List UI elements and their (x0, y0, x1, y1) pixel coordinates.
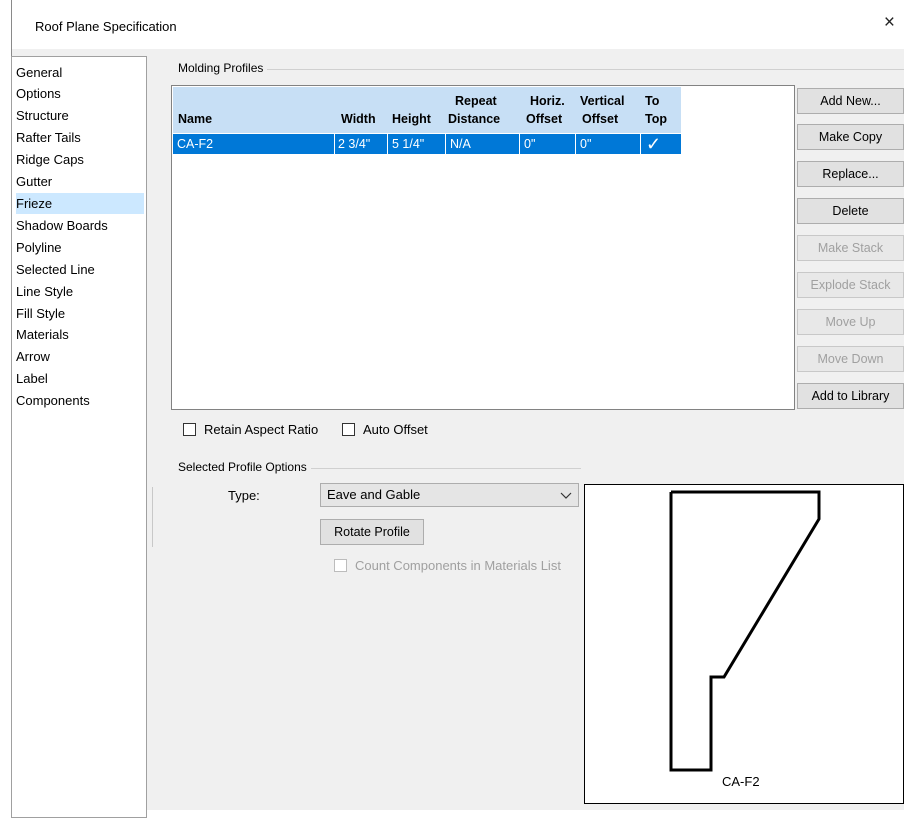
add-to-library-button[interactable]: Add to Library (797, 383, 904, 409)
col-height-header[interactable]: Height (392, 112, 431, 127)
retain-aspect-ratio-label: Retain Aspect Ratio (204, 422, 319, 437)
title-bar: Roof Plane Specification × (12, 0, 904, 49)
dialog-title: Roof Plane Specification (35, 19, 177, 34)
col-totop-header-line1[interactable]: To (645, 94, 659, 109)
col-repeat-header-line1[interactable]: Repeat (455, 94, 497, 109)
count-components-label: Count Components in Materials List (355, 558, 561, 573)
sidebar-item-fill-style[interactable]: Fill Style (16, 303, 144, 324)
replace-button[interactable]: Replace... (797, 161, 904, 187)
cell-width: 2 3/4" (338, 137, 371, 151)
make-copy-button[interactable]: Make Copy (797, 124, 904, 150)
sidebar-item-arrow[interactable]: Arrow (16, 346, 144, 367)
col-horiz-header-line2[interactable]: Offset (526, 112, 562, 127)
sidebar-item-structure[interactable]: Structure (16, 105, 144, 126)
sidebar-item-polyline[interactable]: Polyline (16, 237, 144, 258)
explode-stack-button[interactable]: Explode Stack (797, 272, 904, 298)
type-label: Type: (228, 488, 260, 503)
molding-profiles-table[interactable]: Name Width Height Repeat Distance Horiz.… (171, 85, 795, 410)
move-up-button[interactable]: Move Up (797, 309, 904, 335)
delete-button[interactable]: Delete (797, 198, 904, 224)
cell-horiz-offset: 0" (524, 137, 536, 151)
make-stack-button[interactable]: Make Stack (797, 235, 904, 261)
splitter-handle[interactable] (152, 487, 153, 547)
move-down-button[interactable]: Move Down (797, 346, 904, 372)
selected-profile-options-label: Selected Profile Options (178, 460, 311, 474)
column-divider (575, 134, 576, 154)
column-divider (519, 134, 520, 154)
column-divider (334, 134, 335, 154)
cell-repeat: N/A (450, 137, 471, 151)
sidebar-item-components[interactable]: Components (16, 390, 144, 411)
cell-vertical-offset: 0" (580, 137, 592, 151)
molding-profiles-label: Molding Profiles (178, 61, 268, 75)
cell-name: CA-F2 (177, 137, 214, 151)
add-new-button[interactable]: Add New... (797, 88, 904, 114)
check-icon: ✓ (646, 134, 662, 154)
col-name-header[interactable]: Name (178, 112, 212, 127)
table-row[interactable]: CA-F2 2 3/4" 5 1/4" N/A 0" 0" ✓ (173, 134, 681, 154)
col-horiz-header-line1[interactable]: Horiz. (530, 94, 565, 109)
close-icon[interactable]: × (884, 13, 895, 33)
col-repeat-header-line2[interactable]: Distance (448, 112, 500, 127)
type-dropdown-value: Eave and Gable (327, 487, 421, 502)
category-list[interactable]: General Options Structure Rafter Tails R… (11, 56, 147, 818)
column-divider (640, 134, 641, 154)
sidebar-item-frieze[interactable]: Frieze (16, 193, 144, 214)
sidebar-item-general[interactable]: General (16, 62, 144, 83)
sidebar-item-line-style[interactable]: Line Style (16, 281, 144, 302)
rotate-profile-button[interactable]: Rotate Profile (320, 519, 424, 545)
col-totop-header-line2[interactable]: Top (645, 112, 667, 127)
auto-offset-checkbox[interactable] (342, 423, 355, 436)
cell-height: 5 1/4" (392, 137, 425, 151)
col-width-header[interactable]: Width (341, 112, 376, 127)
sidebar-item-label[interactable]: Label (16, 368, 144, 389)
count-components-checkbox[interactable] (334, 559, 347, 572)
profile-preview (584, 484, 904, 804)
group-divider (181, 69, 904, 70)
sidebar-item-gutter[interactable]: Gutter (16, 171, 144, 192)
retain-aspect-ratio-checkbox[interactable] (183, 423, 196, 436)
col-vertical-header-line2[interactable]: Offset (582, 112, 618, 127)
col-vertical-header-line1[interactable]: Vertical (580, 94, 624, 109)
auto-offset-label: Auto Offset (363, 422, 428, 437)
sidebar-item-rafter-tails[interactable]: Rafter Tails (16, 127, 144, 148)
preview-label: CA-F2 (722, 774, 760, 789)
sidebar-item-selected-line[interactable]: Selected Line (16, 259, 144, 280)
sidebar-item-materials[interactable]: Materials (16, 324, 144, 345)
sidebar-item-shadow-boards[interactable]: Shadow Boards (16, 215, 144, 236)
type-dropdown[interactable]: Eave and Gable (320, 483, 579, 507)
sidebar-item-options[interactable]: Options (16, 83, 144, 104)
column-divider (445, 134, 446, 154)
chevron-down-icon (560, 492, 572, 499)
column-divider (387, 134, 388, 154)
sidebar-item-ridge-caps[interactable]: Ridge Caps (16, 149, 144, 170)
profile-shape (669, 490, 821, 772)
